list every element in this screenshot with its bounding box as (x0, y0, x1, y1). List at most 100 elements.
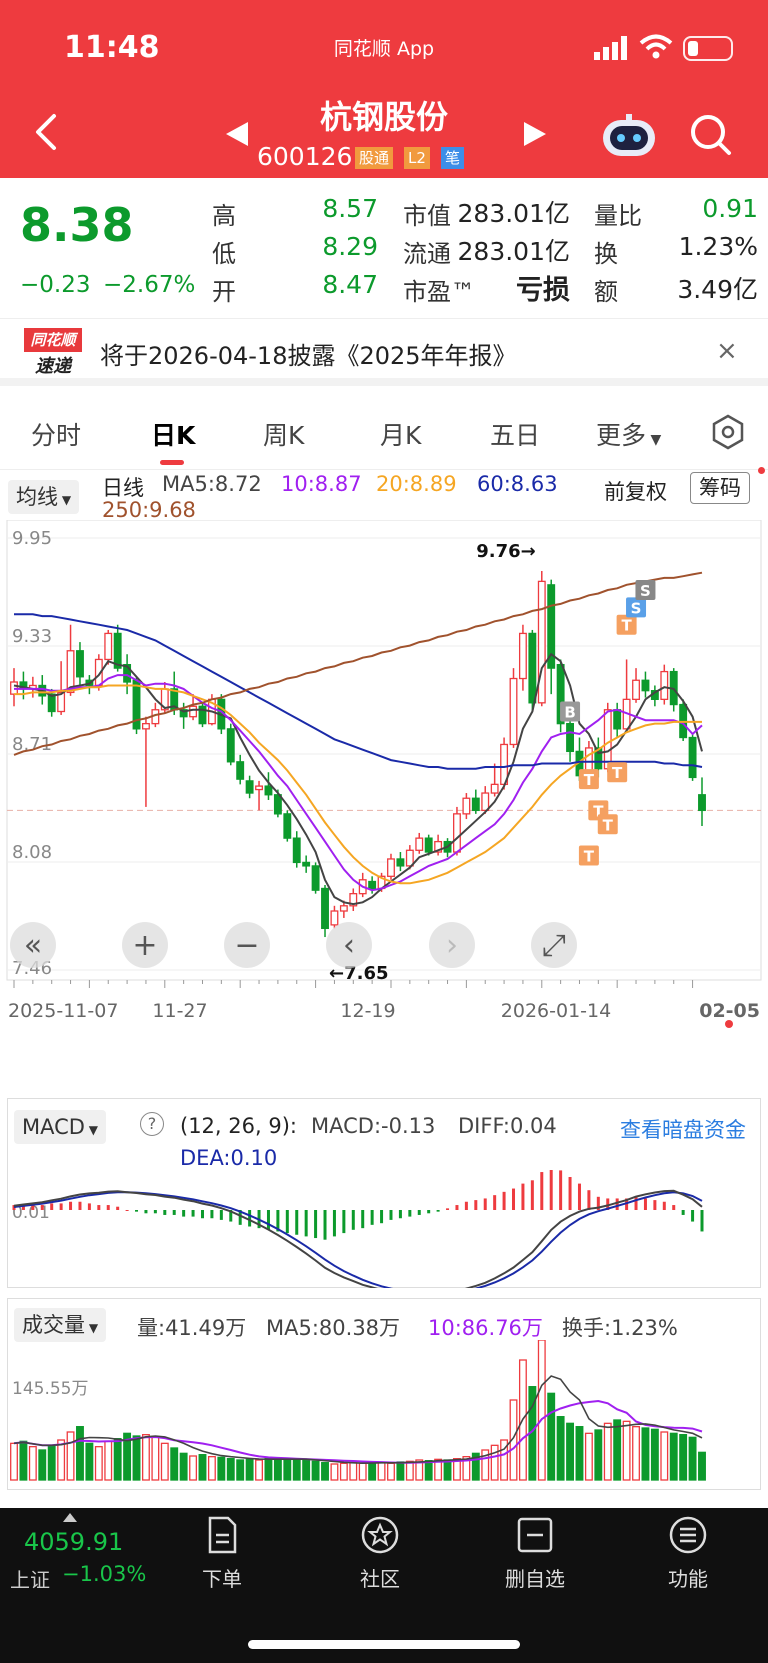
macd-selector[interactable]: MACD ▼ (14, 1110, 106, 1144)
macd-bar (615, 1198, 619, 1210)
close-icon[interactable]: × (716, 336, 738, 366)
candle-body (415, 837, 424, 851)
last-price: 8.38 (20, 198, 134, 252)
volume-turnover: 换手:1.23% (562, 1316, 678, 1340)
signal-tag-letter: S (631, 599, 642, 617)
chevron-right-icon[interactable]: › (429, 922, 475, 968)
macd-bar (559, 1170, 563, 1210)
volume-bar (19, 1440, 28, 1481)
macd-bar (691, 1210, 695, 1222)
macd-bar (191, 1210, 195, 1217)
mktcap-value: 283.01亿 (457, 199, 570, 228)
macd-bar (493, 1195, 497, 1210)
kline-chart[interactable]: 9.959.338.718.087.469.76→←7.65BTSSTTTTT«… (0, 520, 768, 1100)
volume-bar (47, 1444, 56, 1481)
candle-body (424, 837, 433, 853)
macd-bar (304, 1210, 308, 1237)
next-stock-icon[interactable] (524, 122, 546, 146)
zoom-in-icon[interactable]: + (122, 922, 168, 968)
macd-bar (248, 1210, 252, 1227)
ma-selector[interactable]: 均线 ▼ (8, 480, 80, 514)
chevron-left-icon[interactable]: ‹ (326, 922, 372, 968)
volume-bar (641, 1427, 650, 1481)
macd-bar (370, 1210, 374, 1225)
candle-body (528, 632, 537, 704)
macd-bar (587, 1190, 591, 1210)
candle-body (471, 797, 480, 812)
tab-daily-k[interactable]: 日K (151, 416, 195, 452)
chips-button[interactable]: 筹码 (690, 472, 750, 504)
volume-bar (255, 1459, 263, 1481)
tab-more[interactable]: 更多 ▼ (596, 416, 661, 452)
nav-remove-watchlist[interactable]: 删自选 (495, 1515, 575, 1592)
signal-tag-letter: T (621, 617, 632, 635)
settings-hexagon-icon[interactable] (710, 414, 746, 450)
volume-bar (632, 1426, 640, 1481)
chevron-down-icon: ▼ (646, 432, 662, 448)
ma60-label: 60:8.63 (477, 472, 558, 496)
candle-body (339, 905, 348, 912)
volume-bar (679, 1434, 688, 1481)
macd-bar (87, 1203, 91, 1210)
y-tick-label: 8.08 (12, 842, 52, 863)
volume-bar (292, 1458, 301, 1481)
red-dot-badge (758, 467, 765, 474)
macd-bar (342, 1210, 346, 1234)
double-left-icon[interactable]: « (10, 922, 56, 968)
macd-bar (408, 1210, 412, 1217)
expand-up-icon[interactable] (63, 1513, 77, 1522)
svg-text:›: › (446, 928, 458, 963)
candle-body (302, 861, 311, 867)
svg-text:‹: ‹ (343, 928, 355, 963)
volume-selector[interactable]: 成交量 ▼ (14, 1308, 107, 1342)
nav-community[interactable]: 社区 (340, 1515, 420, 1592)
macd-bar (540, 1172, 544, 1210)
volume-bar (321, 1462, 329, 1481)
volume-bar (113, 1438, 122, 1481)
date-label: 11-27 (152, 1000, 207, 1022)
macd-bar (153, 1210, 157, 1214)
volume-y-label: 145.55万 (12, 1379, 88, 1399)
tab-five-day[interactable]: 五日 (490, 416, 540, 452)
volume-ma5: MA5:80.38万 (266, 1316, 401, 1340)
macd-bar (483, 1198, 487, 1210)
zoom-out-icon[interactable]: − (224, 922, 270, 968)
candle-body (321, 887, 329, 930)
ai-assistant-icon[interactable] (600, 114, 658, 160)
nav-community-label: 社区 (360, 1567, 400, 1591)
index-value[interactable]: 4059.91 (24, 1528, 123, 1556)
macd-bar (417, 1210, 421, 1215)
ma10-label: 10:8.87 (281, 472, 362, 496)
price-change: −0.23 (20, 272, 91, 298)
notice-logo: 同花顺 速递 (24, 328, 82, 378)
volume-bar (264, 1457, 273, 1481)
tab-weekly-k[interactable]: 周K (263, 416, 304, 452)
tab-intraday[interactable]: 分时 (31, 416, 81, 452)
tab-monthly-k[interactable]: 月K (380, 416, 421, 452)
volume-bar (566, 1422, 575, 1481)
volume-bar (650, 1428, 659, 1481)
candle-body (490, 783, 499, 794)
svg-text:+: + (132, 928, 157, 963)
search-icon[interactable] (688, 112, 732, 156)
fullscreen-icon[interactable]: ⤢ (531, 922, 577, 968)
y-tick-label: 8.71 (12, 734, 52, 755)
candle-body (141, 722, 150, 730)
vol-ratio-label: 量比 (594, 202, 642, 230)
help-icon[interactable]: ? (140, 1112, 164, 1136)
macd-bar (643, 1198, 647, 1210)
macd-bar (568, 1177, 572, 1210)
wifi-icon (639, 34, 673, 59)
prev-stock-icon[interactable] (226, 122, 248, 146)
nav-functions[interactable]: 功能 (648, 1515, 728, 1592)
chevron-down-icon: ▼ (84, 1123, 98, 1137)
index-name: 上证 (10, 1568, 50, 1592)
adjust-mode[interactable]: 前复权 (604, 476, 667, 506)
dark-pool-link[interactable]: 查看暗盘资金 (620, 1114, 746, 1144)
nav-order[interactable]: 下单 (182, 1515, 262, 1592)
active-tab-indicator (160, 460, 184, 465)
macd-bar (295, 1210, 299, 1235)
candle-body (641, 679, 650, 692)
high-label: 高 (212, 202, 236, 230)
volume-bar (556, 1416, 565, 1481)
